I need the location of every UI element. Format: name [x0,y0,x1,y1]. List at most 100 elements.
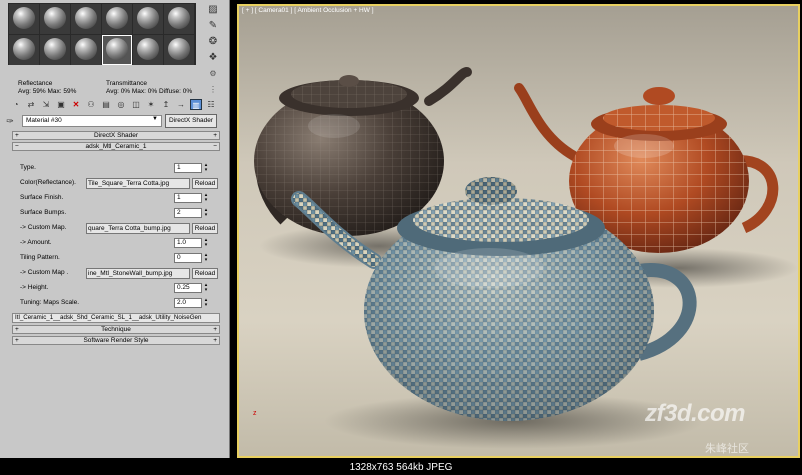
tuning-spinner-field[interactable]: 2.0 [174,298,202,308]
param-row-finish: Surface Finish. 1 ▴ ▾ [20,193,212,205]
custom-map-button[interactable]: quare_Terra Cotta_bump.jpg [86,223,190,234]
show-end-result-icon[interactable]: ✶ [145,99,157,110]
collapse-icon: − [213,143,217,150]
sample-sphere [75,7,97,29]
put-to-library-icon[interactable]: ▤ [100,99,112,110]
sample-slot-active[interactable] [102,35,132,65]
spinner-arrows-icon[interactable]: ▴ ▾ [203,253,209,263]
sample-slot[interactable] [40,35,70,65]
reload-button[interactable]: Reload [192,178,218,189]
param-row-custom-map1: -> Custom Map. quare_Terra Cotta_bump.jp… [20,223,218,235]
param-row-height: -> Height. 0.25 ▴ ▾ [20,283,212,295]
sample-sphere [75,38,97,60]
finish-spinner-field[interactable]: 1 [174,193,202,203]
pick-material-icon[interactable]: ✎ [207,20,219,32]
collapse-icon: + [213,132,217,139]
param-label: -> Custom Map. [20,224,67,231]
put-to-scene-icon[interactable]: ⇄ [25,99,37,110]
reflectance-values: Avg: 59% Max: 59% [18,88,77,95]
rollout-ceramic[interactable]: − adsk_Mtl_Ceramic_1 − [12,142,220,151]
rollout-container: + DirectX Shader + − adsk_Mtl_Ceramic_1 … [12,131,220,458]
collapse-icon: + [213,337,217,344]
spinner-arrows-icon[interactable]: ▴ ▾ [203,283,209,293]
color-map-button[interactable]: Tile_Square_Terra Cotta.jpg [86,178,190,189]
sample-sphere [44,7,66,29]
material-type-button[interactable]: DirectX Shader [165,114,217,128]
make-unique-icon[interactable]: ⚇ [85,99,97,110]
sample-type-icon[interactable]: ▨ [207,4,219,16]
param-label: Surface Finish. [20,194,64,201]
type-spinner-field[interactable]: 1 [174,163,202,173]
watermark-subtitle: 朱峰社区 [705,443,749,455]
param-row-tuning: Tuning: Maps Scale. 2.0 ▴ ▾ [20,298,212,310]
viewport-label[interactable]: [ + ] [ Camera01 ] [ Ambient Occlusion +… [242,7,374,14]
go-forward-sibling-icon[interactable]: → [175,99,187,110]
eyedropper-icon[interactable]: ✑ [4,115,16,127]
sample-slot-grid [8,3,196,65]
sample-sphere [44,38,66,60]
rollout-directx-shader[interactable]: + DirectX Shader + [12,131,220,140]
sample-slot[interactable] [133,35,163,65]
spinner-arrows-icon[interactable]: ▴ ▾ [203,298,209,308]
reflectance-title: Reflectance [18,80,53,87]
sample-slot[interactable] [9,35,39,65]
ceramic-parameters: Type. 1 ▴ ▾ Color(Reflectance). Tile_Squa… [16,153,218,310]
backlight-icon[interactable]: ❂ [207,36,219,48]
param-label: Tuning: Maps Scale. [20,299,80,306]
sample-slot[interactable] [164,35,194,65]
sample-slot[interactable] [9,4,39,34]
watermark-logo: zf3d.com [645,400,746,427]
sample-slot[interactable] [164,4,194,34]
chevron-down-icon[interactable]: ▼ [152,116,158,122]
spinner-arrows-icon[interactable]: ▴ ▾ [203,163,209,173]
sample-slot[interactable] [133,4,163,34]
sample-slot[interactable] [71,35,101,65]
custom-map-button[interactable]: ine_Mtl_StoneWall_bump.jpg [86,268,190,279]
sample-sphere [106,38,128,60]
rollout-software-render-style[interactable]: + Software Render Style + [12,336,220,345]
camera-viewport[interactable]: [ + ] [ Camera01 ] [ Ambient Occlusion +… [237,4,800,458]
reset-map-icon[interactable]: ▣ [55,99,67,110]
shader-chain-field[interactable]: Itl_Ceramic_1__adsk_Shd_Ceramic_SL_1__ad… [12,313,220,323]
spinner-arrows-icon[interactable]: ▴ ▾ [203,238,209,248]
amount-spinner-field[interactable]: 1.0 [174,238,202,248]
tiling-spinner-field[interactable]: 0 [174,253,202,263]
select-by-material-icon[interactable]: ☷ [205,99,217,110]
param-label: Surface Bumps. [20,209,67,216]
delete-icon[interactable]: ✕ [70,99,82,110]
show-map-icon[interactable]: ◫ [130,99,142,110]
sample-slot[interactable] [102,4,132,34]
background-icon[interactable]: ❖ [207,52,219,64]
reload-button[interactable]: Reload [192,223,218,234]
sample-sphere [13,7,35,29]
material-id-icon[interactable]: ◎ [115,99,127,110]
spinner-arrows-icon[interactable]: ▴ ▾ [203,208,209,218]
sample-sphere [168,38,190,60]
param-row-type: Type. 1 ▴ ▾ [20,163,212,175]
reflectance-readout: Reflectance Avg: 59% Max: 59% [18,80,104,96]
get-material-icon[interactable]: ◔ [10,99,22,110]
options-icon[interactable]: ⚙ [207,68,219,80]
rollout-technique[interactable]: + Technique + [12,325,220,334]
param-row-amount: -> Amount. 1.0 ▴ ▾ [20,238,212,250]
param-row-tiling: Tiling Pattern. 0 ▴ ▾ [20,253,212,265]
param-label: -> Amount. [20,239,52,246]
spinner-arrows-icon[interactable]: ▴ ▾ [203,193,209,203]
rollout-title: DirectX Shader [93,132,139,139]
sample-slot[interactable] [40,4,70,34]
transmittance-readout: Transmittance Avg: 0% Max: 0% Diffuse: 0… [106,80,226,96]
material-map-navigator-icon[interactable]: ▥ [190,98,202,110]
sample-slot[interactable] [71,4,101,34]
rendered-scene [239,6,798,456]
material-name-field[interactable]: Material #30 [22,115,162,127]
rollout-title: Technique [101,326,131,333]
bumps-spinner-field[interactable]: 2 [174,208,202,218]
collapse-icon: + [15,132,19,139]
height-spinner-field[interactable]: 0.25 [174,283,202,293]
sample-sphere [137,38,159,60]
go-to-parent-icon[interactable]: ↥ [160,99,172,110]
reload-button[interactable]: Reload [192,268,218,279]
assign-to-selection-icon[interactable]: ⇲ [40,99,52,110]
param-label: Tiling Pattern. [20,254,60,261]
param-label: Type. [20,164,36,171]
